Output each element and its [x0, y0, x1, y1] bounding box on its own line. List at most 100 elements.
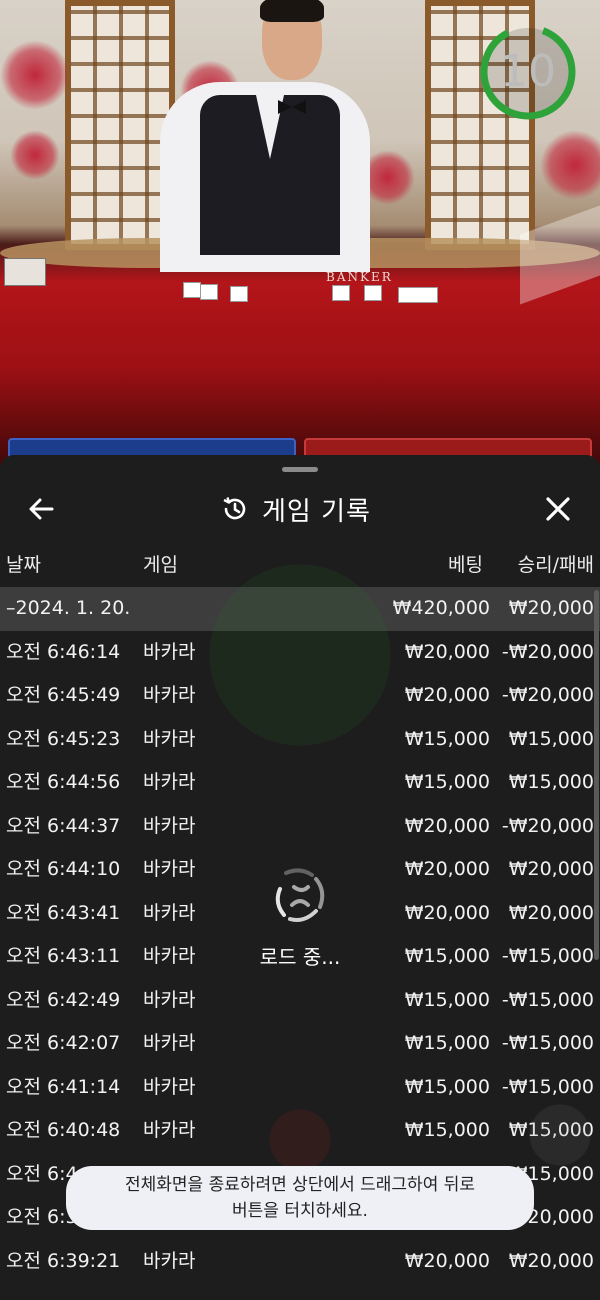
sheet-header: 게임 기록 — [0, 477, 600, 537]
card — [230, 286, 248, 302]
countdown-timer: 10 — [478, 22, 578, 122]
row-game: 바카라 — [143, 1119, 196, 1141]
row-time: 오전 6:44:37 — [6, 814, 121, 837]
drag-handle[interactable] — [282, 467, 318, 472]
row-win-loss: -₩20,000 — [501, 640, 594, 663]
row-time: 오전 6:39:21 — [6, 1249, 121, 1272]
close-button[interactable] — [538, 489, 578, 529]
row-game: 바카라 — [143, 814, 196, 837]
date-summary-row[interactable]: –2024. 1. 20. ₩420,000 ₩20,000 — [0, 587, 600, 631]
row-win-loss: -₩20,000 — [501, 814, 594, 837]
row-time: 오전 6:42:07 — [6, 1032, 121, 1054]
row-bet: ₩20,000 — [404, 640, 490, 663]
table-row[interactable]: 오전 6:40:48 바카라 ₩15,000 ₩15,000 — [0, 1109, 600, 1153]
card — [364, 285, 382, 301]
column-header-bet: 베팅 — [448, 554, 483, 576]
row-bet: ₩20,000 — [404, 858, 490, 880]
title-group: 게임 기록 — [220, 487, 371, 531]
row-game: 바카라 — [143, 1032, 196, 1054]
row-bet: ₩15,000 — [404, 1032, 490, 1054]
row-win-loss: ₩20,000 — [508, 1249, 594, 1272]
dealer — [150, 0, 380, 272]
table-row[interactable]: 오전 6:42:07 바카라 ₩15,000 -₩15,000 — [0, 1022, 600, 1066]
close-icon — [546, 497, 570, 521]
row-win-loss: -₩15,000 — [501, 945, 594, 967]
table-row[interactable]: 오전 6:41:14 바카라 ₩15,000 -₩15,000 — [0, 1066, 600, 1110]
row-bet: ₩15,000 — [404, 1119, 490, 1141]
page-title: 게임 기록 — [262, 496, 371, 527]
table-banker-text: BANKER — [326, 270, 393, 284]
summary-bet: ₩420,000 — [392, 597, 490, 619]
row-bet: ₩15,000 — [404, 945, 490, 967]
row-game: 바카라 — [143, 945, 196, 967]
row-game: 바카라 — [143, 1249, 196, 1272]
timer-value: 10 — [500, 46, 556, 97]
row-game: 바카라 — [143, 640, 196, 663]
row-time: 오전 6:44:10 — [6, 858, 121, 880]
arrow-left-icon — [29, 498, 54, 520]
card — [200, 284, 218, 300]
row-game: 바카라 — [143, 858, 196, 880]
card — [332, 285, 350, 301]
row-win-loss: ₩15,000 — [508, 727, 594, 750]
table-row[interactable]: 오전 6:44:37 바카라 ₩20,000 -₩20,000 — [0, 805, 600, 849]
row-bet: ₩15,000 — [404, 988, 490, 1011]
table-row[interactable]: 오전 6:42:49 바카라 ₩15,000 -₩15,000 — [0, 979, 600, 1023]
blossom — [10, 130, 60, 180]
row-bet: ₩15,000 — [404, 771, 490, 793]
summary-date: –2024. 1. 20. — [6, 597, 131, 619]
table-row[interactable]: 오전 6:46:14 바카라 ₩20,000 -₩20,000 — [0, 631, 600, 675]
row-win-loss: ₩15,000 — [508, 1119, 594, 1141]
row-time: 오전 6:40:48 — [6, 1119, 121, 1141]
live-video: BANKER 10 — [0, 0, 600, 470]
row-bet: ₩20,000 — [404, 1249, 490, 1272]
spinner-icon — [275, 868, 325, 922]
card — [398, 287, 438, 303]
back-button[interactable] — [22, 489, 62, 529]
row-bet: ₩15,000 — [404, 1075, 490, 1098]
row-win-loss: -₩15,000 — [501, 1032, 594, 1054]
row-time: 오전 6:43:11 — [6, 945, 121, 967]
row-bet: ₩20,000 — [404, 901, 490, 924]
row-bet: ₩15,000 — [404, 727, 490, 750]
toast-line-1: 전체화면을 종료하려면 상단에서 드래그하여 뒤로 — [124, 1175, 476, 1195]
row-game: 바카라 — [143, 771, 196, 793]
row-game: 바카라 — [143, 684, 196, 706]
row-bet: ₩20,000 — [404, 814, 490, 837]
row-time: 오전 6:46:14 — [6, 640, 121, 663]
fullscreen-toast: 전체화면을 종료하려면 상단에서 드래그하여 뒤로 버튼을 터치하세요. — [66, 1166, 534, 1230]
row-win-loss: ₩20,000 — [508, 901, 594, 924]
card-box — [4, 258, 46, 286]
row-game: 바카라 — [143, 727, 196, 750]
column-header-win-loss: 승리/패배 — [517, 554, 594, 576]
summary-win-loss: ₩20,000 — [508, 597, 594, 619]
row-bet: ₩20,000 — [404, 684, 490, 706]
row-time: 오전 6:42:49 — [6, 988, 121, 1011]
row-win-loss: -₩15,000 — [501, 1075, 594, 1098]
loading-indicator: 로드 중... — [250, 865, 350, 970]
card — [183, 282, 201, 298]
row-time: 오전 6:44:56 — [6, 771, 121, 793]
row-time: 오전 6:45:23 — [6, 727, 121, 750]
blossom — [0, 40, 70, 110]
column-header-date: 날짜 — [6, 554, 41, 576]
table-row[interactable]: 오전 6:44:56 바카라 ₩15,000 ₩15,000 — [0, 761, 600, 805]
table-row[interactable]: 오전 6:39:21 바카라 ₩20,000 ₩20,000 — [0, 1240, 600, 1284]
blossom — [540, 130, 600, 200]
row-win-loss: ₩20,000 — [508, 858, 594, 880]
row-win-loss: -₩15,000 — [501, 988, 594, 1011]
column-header-game: 게임 — [143, 554, 178, 576]
toast-line-2: 버튼을 터치하세요. — [232, 1201, 368, 1221]
row-win-loss: ₩15,000 — [508, 771, 594, 793]
history-clock-icon — [223, 497, 246, 520]
loading-text: 로드 중... — [259, 945, 341, 969]
row-win-loss: -₩20,000 — [501, 684, 594, 706]
table-row[interactable]: 오전 6:45:49 바카라 ₩20,000 -₩20,000 — [0, 674, 600, 718]
row-game: 바카라 — [143, 901, 196, 924]
row-game: 바카라 — [143, 988, 196, 1011]
scrollbar[interactable] — [594, 590, 599, 960]
row-game: 바카라 — [143, 1075, 196, 1098]
table-row[interactable]: 오전 6:45:23 바카라 ₩15,000 ₩15,000 — [0, 718, 600, 762]
row-time: 오전 6:43:41 — [6, 901, 121, 924]
row-time: 오전 6:41:14 — [6, 1075, 121, 1098]
